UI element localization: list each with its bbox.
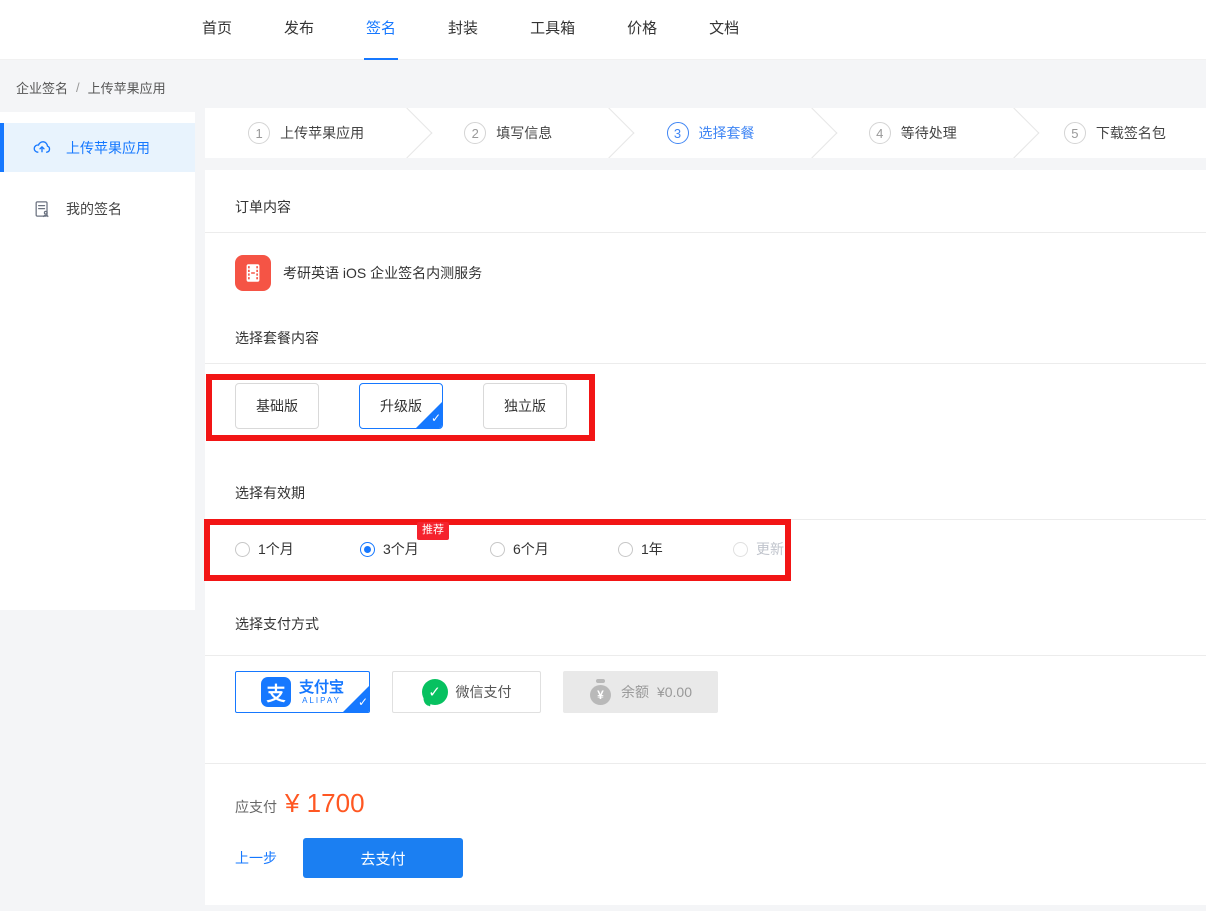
- divider: [205, 232, 1206, 233]
- package-option-label: 基础版: [256, 396, 298, 416]
- step-chevron-icon: [786, 108, 837, 158]
- step-5-download: 5 下载签名包: [1014, 122, 1206, 144]
- nav-item-toolbox[interactable]: 工具箱: [528, 0, 577, 60]
- divider: [205, 655, 1206, 656]
- payment-option-wechat[interactable]: ✓ 微信支付: [392, 671, 541, 713]
- order-section-title: 订单内容: [235, 197, 291, 217]
- validity-option-1-year[interactable]: 1年: [618, 539, 733, 559]
- step-number: 2: [464, 122, 486, 144]
- nav-item-docs[interactable]: 文档: [707, 0, 741, 60]
- validity-option-label: 6个月: [513, 539, 549, 559]
- payment-option-alipay[interactable]: 支 支付宝 ALIPAY ✓: [235, 671, 370, 713]
- nav-item-publish[interactable]: 发布: [282, 0, 316, 60]
- payment-options: 支 支付宝 ALIPAY ✓ ✓ 微信支付 ¥ 余额 ¥0.00: [235, 671, 718, 713]
- package-option-label: 独立版: [504, 396, 546, 416]
- nav-item-sign[interactable]: 签名: [364, 0, 398, 60]
- step-2-fill-info: 2 填写信息: [407, 122, 609, 144]
- cloud-upload-icon: [32, 138, 52, 158]
- payment-option-balance: ¥ 余额 ¥0.00: [563, 671, 718, 713]
- nav-item-price[interactable]: 价格: [625, 0, 659, 60]
- sidebar-item-label: 我的签名: [66, 199, 122, 219]
- step-label: 填写信息: [496, 123, 552, 143]
- radio-icon: [360, 542, 375, 557]
- radio-icon: [235, 542, 250, 557]
- validity-options: 1个月 3个月 6个月 1年 更新: [235, 538, 784, 560]
- validity-section-title: 选择有效期: [235, 483, 305, 503]
- order-panel: 订单内容 考研英语 iOS 企业签名内测服务 选择套餐内容 基础版 升: [205, 170, 1206, 905]
- step-number: 1: [248, 122, 270, 144]
- step-chevron-icon: [988, 108, 1039, 158]
- breadcrumb-current: 上传苹果应用: [88, 78, 166, 97]
- order-app-row: 考研英语 iOS 企业签名内测服务: [235, 255, 482, 291]
- package-options: 基础版 升级版 ✓ 独立版: [235, 383, 567, 429]
- step-4-wait-process: 4 等待处理: [812, 122, 1014, 144]
- validity-option-label: 1年: [641, 539, 663, 559]
- step-number: 4: [869, 122, 891, 144]
- previous-step-link[interactable]: 上一步: [235, 848, 277, 868]
- step-3-choose-plan: 3 选择套餐: [609, 122, 811, 144]
- nav-item-home[interactable]: 首页: [200, 0, 234, 60]
- divider: [205, 763, 1206, 764]
- moneybag-icon: ¥: [589, 679, 613, 705]
- breadcrumb: 企业签名 / 上传苹果应用: [16, 78, 166, 97]
- sidebar-item-my-signatures[interactable]: 我的签名: [0, 184, 195, 233]
- recommend-badge: 推荐: [417, 522, 449, 540]
- radio-icon: [733, 542, 748, 557]
- payment-section-title: 选择支付方式: [235, 614, 319, 634]
- wechat-label: 微信支付: [456, 682, 512, 702]
- payable-amount: ¥ 1700: [285, 788, 365, 819]
- validity-option-6-months[interactable]: 6个月: [490, 539, 618, 559]
- app-name: 考研英语 iOS 企业签名内测服务: [283, 263, 482, 283]
- package-option-upgrade[interactable]: 升级版 ✓: [359, 383, 443, 429]
- alipay-label: 支付宝 ALIPAY: [299, 680, 344, 705]
- selected-check-icon: ✓: [416, 402, 442, 428]
- radio-icon: [490, 542, 505, 557]
- sidebar-item-label: 上传苹果应用: [66, 138, 150, 158]
- sidebar: 上传苹果应用 我的签名: [0, 112, 195, 610]
- step-progress-bar: 1 上传苹果应用 2 填写信息 3 选择套餐 4 等待处理 5 下载签名包: [205, 108, 1206, 158]
- balance-label: 余额: [621, 682, 649, 702]
- package-option-standalone[interactable]: 独立版: [483, 383, 567, 429]
- balance-amount: ¥0.00: [657, 684, 692, 700]
- sidebar-item-upload-app[interactable]: 上传苹果应用: [0, 123, 195, 172]
- signature-doc-icon: [32, 199, 52, 219]
- validity-option-label: 3个月: [383, 539, 419, 559]
- alipay-icon: 支: [261, 677, 291, 707]
- step-chevron-icon: [584, 108, 635, 158]
- package-section-title: 选择套餐内容: [235, 328, 319, 348]
- breadcrumb-separator: /: [76, 80, 80, 95]
- breadcrumb-root[interactable]: 企业签名: [16, 78, 68, 97]
- divider: [205, 519, 1206, 520]
- step-chevron-icon: [1191, 108, 1206, 158]
- step-label: 上传苹果应用: [280, 123, 364, 143]
- selected-check-icon: ✓: [343, 686, 369, 712]
- payable-summary: 应支付 ¥ 1700: [235, 788, 365, 819]
- payable-label: 应支付: [235, 797, 277, 817]
- validity-option-1-month[interactable]: 1个月: [235, 539, 360, 559]
- step-label: 等待处理: [901, 123, 957, 143]
- wechat-pay-icon: ✓: [422, 679, 448, 705]
- film-icon: [235, 255, 271, 291]
- step-label: 选择套餐: [699, 123, 755, 143]
- radio-icon: [618, 542, 633, 557]
- validity-option-renew: 更新: [733, 539, 784, 559]
- divider: [205, 363, 1206, 364]
- step-chevron-icon: [382, 108, 433, 158]
- top-nav: 首页 发布 签名 封装 工具箱 价格 文档: [0, 0, 1206, 60]
- step-number: 5: [1064, 122, 1086, 144]
- step-number: 3: [667, 122, 689, 144]
- validity-option-label: 更新: [756, 539, 784, 559]
- step-1-upload: 1 上传苹果应用: [205, 122, 407, 144]
- nav-item-package[interactable]: 封装: [446, 0, 480, 60]
- footer-actions: 上一步 去支付: [235, 838, 463, 878]
- package-option-basic[interactable]: 基础版: [235, 383, 319, 429]
- validity-option-label: 1个月: [258, 539, 294, 559]
- validity-option-3-months[interactable]: 3个月: [360, 539, 490, 559]
- step-label: 下载签名包: [1096, 123, 1166, 143]
- go-pay-button[interactable]: 去支付: [303, 838, 463, 878]
